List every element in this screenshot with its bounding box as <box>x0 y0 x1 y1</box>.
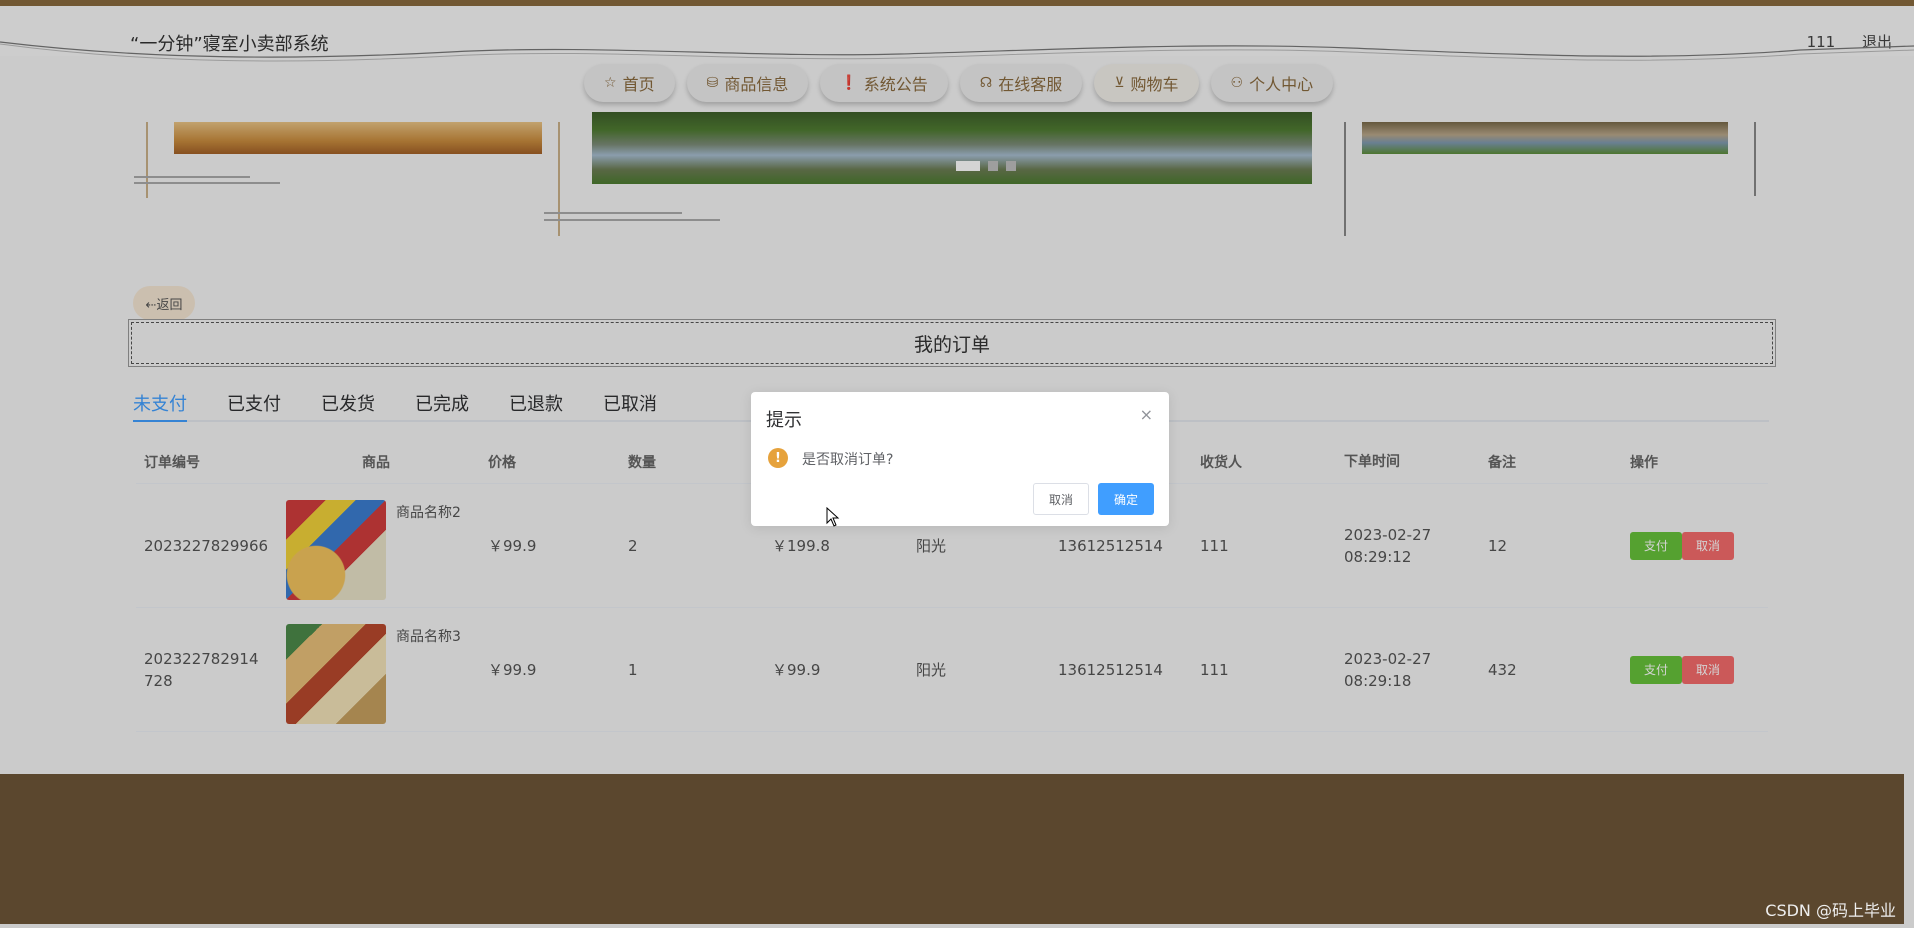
watermark: CSDN @码上毕业 <box>1765 901 1896 920</box>
dialog-cancel-button[interactable]: 取消 <box>1033 483 1089 515</box>
confirm-dialog: 提示 × ! 是否取消订单? 取消 确定 <box>751 392 1169 526</box>
dialog-confirm-button[interactable]: 确定 <box>1098 483 1154 515</box>
mouse-cursor-icon <box>826 507 840 527</box>
dialog-title: 提示 <box>766 410 802 431</box>
close-icon[interactable]: × <box>1140 405 1153 424</box>
warning-icon: ! <box>768 448 788 468</box>
dialog-message: 是否取消订单? <box>802 452 894 468</box>
